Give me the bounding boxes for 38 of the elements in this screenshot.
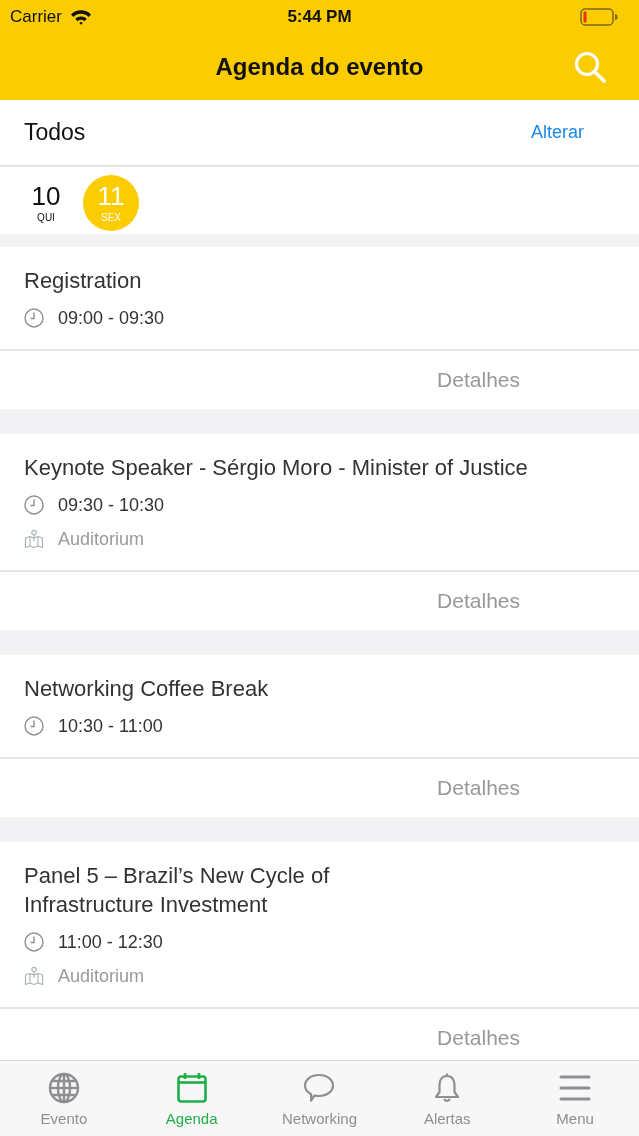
carrier-name: Carrier xyxy=(10,6,62,27)
tab-item[interactable]: Agenda xyxy=(127,1061,256,1136)
status-time: 5:44 PM xyxy=(287,6,352,27)
session-title: Keynote Speaker - Sérgio Moro - Minister of Justice xyxy=(24,454,529,482)
clock-icon xyxy=(24,308,44,328)
globe-icon xyxy=(47,1072,80,1104)
session-time: 10:30 - 11:00 xyxy=(58,715,163,737)
session-title: Networking Coffee Break xyxy=(24,675,270,703)
calendar-icon xyxy=(175,1072,208,1104)
tab-item[interactable]: Alertas xyxy=(383,1061,512,1136)
session-time: 09:30 - 10:30 xyxy=(58,494,165,516)
clock-icon xyxy=(24,932,44,952)
clock-icon xyxy=(24,716,44,736)
session-location: Auditorium xyxy=(58,965,145,987)
session-title: Panel 5 – Brazil’s New Cycle of Infrastructure Investment xyxy=(24,862,331,919)
session-title: Registration xyxy=(24,267,143,295)
tab-item[interactable]: Evento xyxy=(0,1061,128,1136)
speech-bubble-icon xyxy=(303,1072,336,1104)
clock-icon xyxy=(24,495,44,515)
map-pin-icon xyxy=(24,966,44,986)
details-link[interactable]: Detalhes xyxy=(437,589,520,613)
session-time: 11:00 - 12:30 xyxy=(58,931,163,953)
wifi-icon xyxy=(69,8,92,25)
session-time: 09:00 - 09:30 xyxy=(58,307,165,329)
battery-icon xyxy=(580,7,618,26)
tab-item[interactable]: Networking xyxy=(255,1061,384,1136)
session-location: Auditorium xyxy=(58,528,145,550)
details-link[interactable]: Detalhes xyxy=(437,368,520,392)
change-filter-link[interactable]: Alterar xyxy=(531,122,584,143)
details-link[interactable]: Detalhes xyxy=(437,776,520,800)
details-link[interactable]: Detalhes xyxy=(437,1026,520,1050)
date-selector[interactable]: 10 QUI xyxy=(18,174,74,231)
page-title: Agenda do evento xyxy=(215,52,424,81)
date-selector[interactable]: 11 SEX xyxy=(83,174,139,231)
tab-item[interactable]: Menu xyxy=(511,1061,639,1136)
search-icon[interactable] xyxy=(574,50,606,83)
filter-label: Todos xyxy=(24,119,86,146)
map-pin-icon xyxy=(24,529,44,549)
